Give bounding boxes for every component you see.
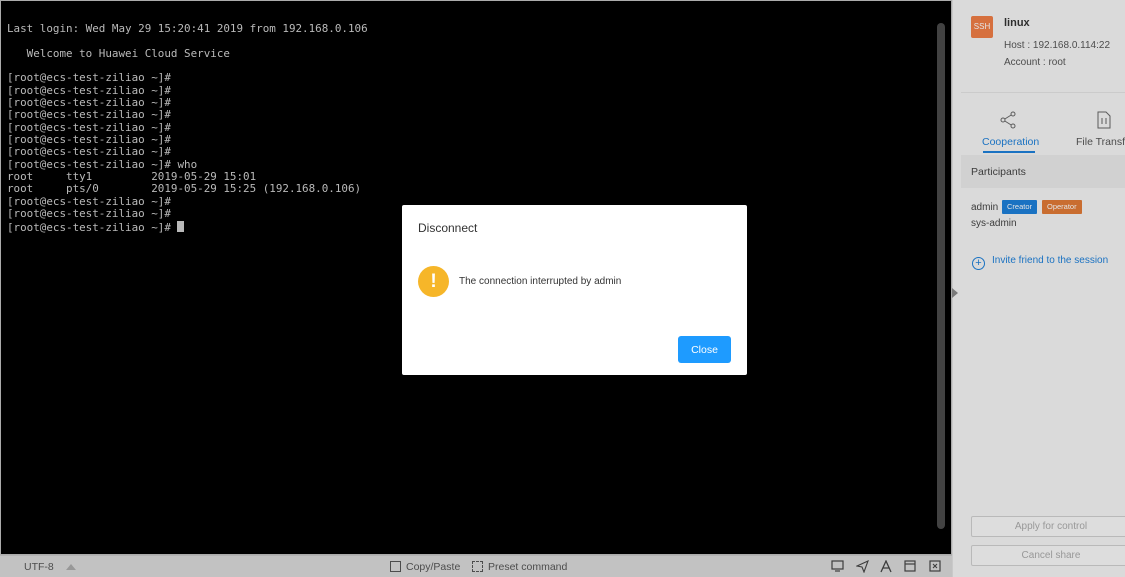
- dialog-message: The connection interrupted by admin: [459, 276, 622, 287]
- close-button[interactable]: Close: [678, 336, 731, 363]
- warning-icon: !: [418, 266, 449, 297]
- disconnect-dialog: Disconnect ! The connection interrupted …: [402, 205, 747, 375]
- dialog-title: Disconnect: [418, 221, 478, 235]
